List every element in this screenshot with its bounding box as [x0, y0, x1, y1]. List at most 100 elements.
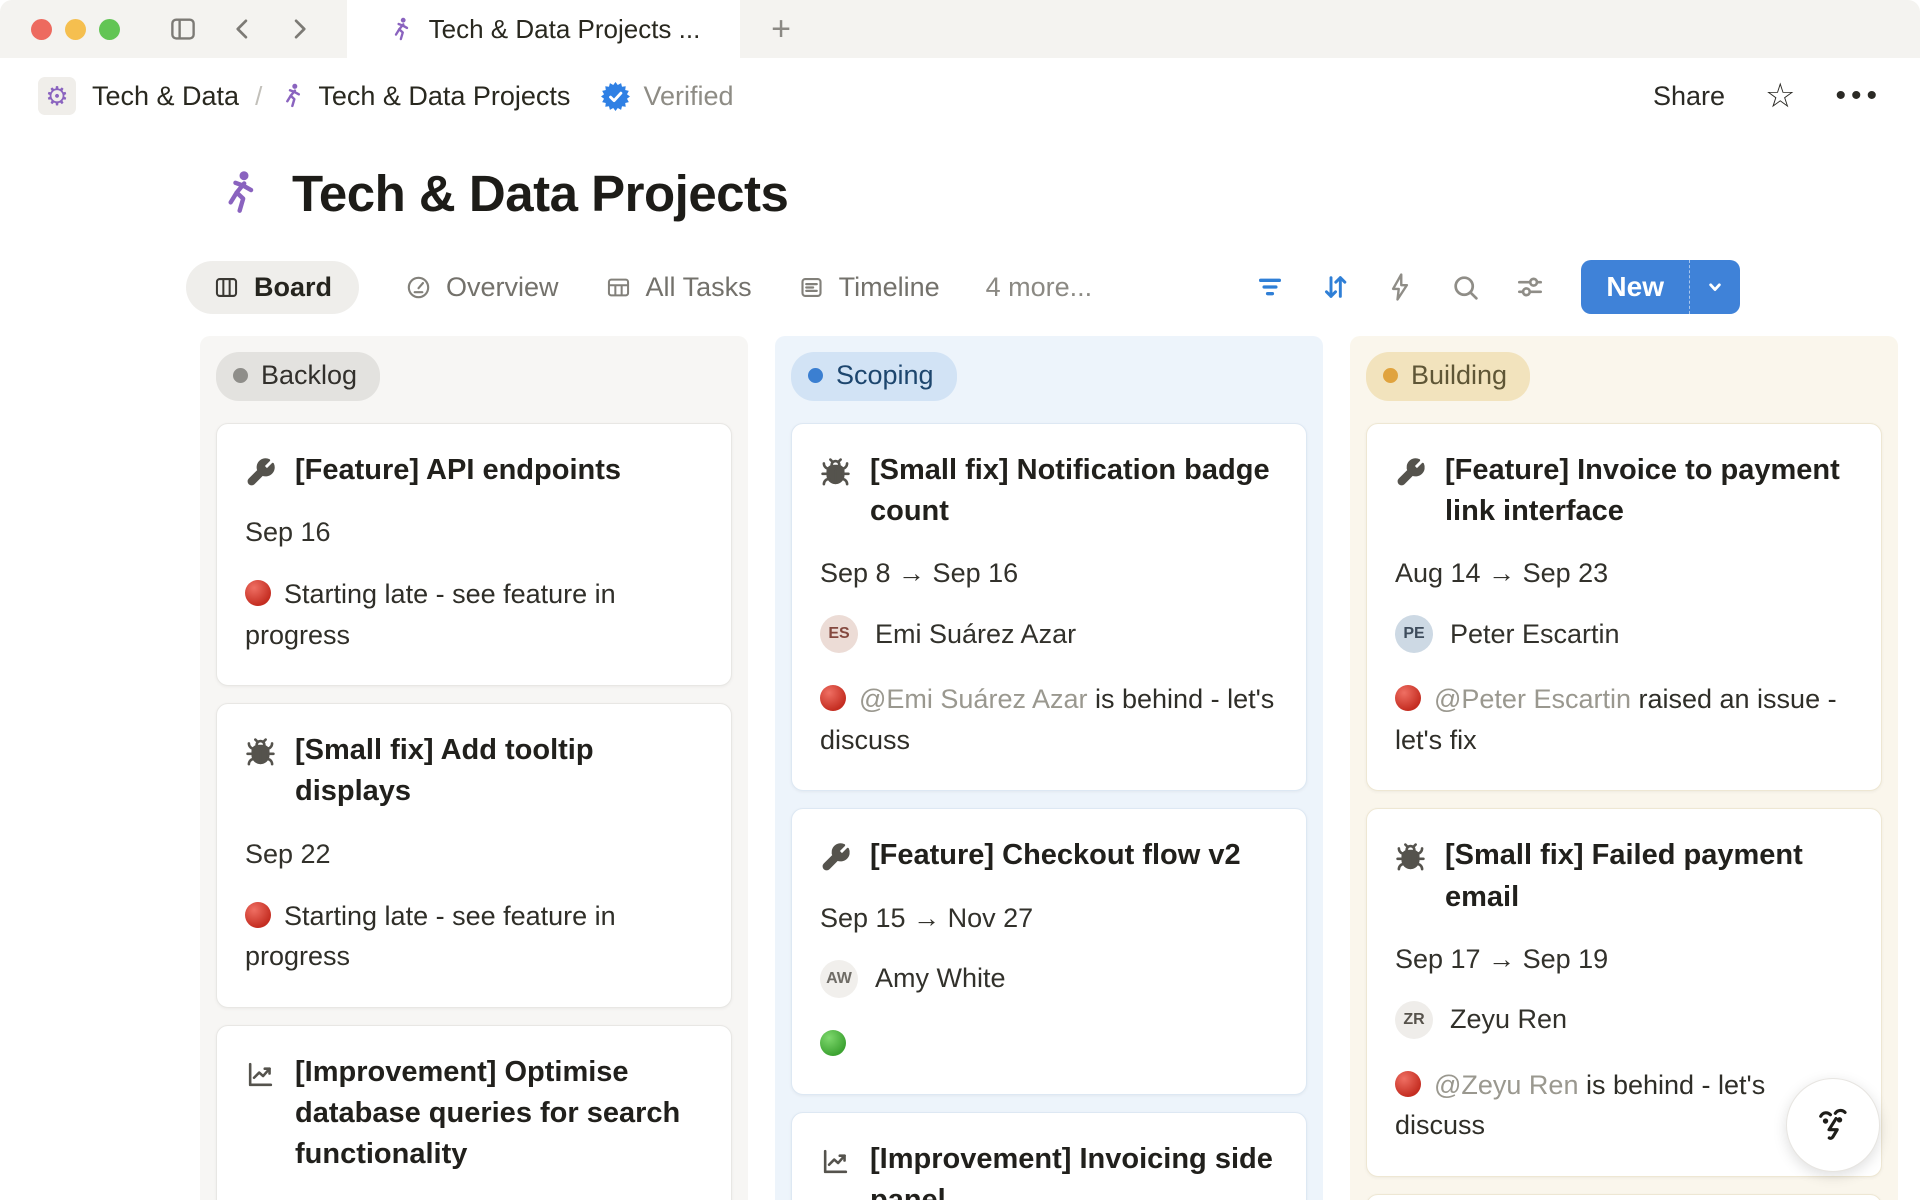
card-assignee: AW Amy White [820, 960, 1278, 998]
app-window: Tech & Data Projects ... + ⚙ Tech & Data… [0, 0, 1920, 1200]
column-status-pill[interactable]: Building [1366, 352, 1530, 401]
column-status-pill[interactable]: Scoping [791, 352, 957, 401]
breadcrumb-separator: / [255, 81, 262, 112]
wrench-icon [245, 457, 276, 488]
notion-ai-face-icon [1805, 1097, 1861, 1153]
table-icon [605, 274, 632, 301]
tab-overview[interactable]: Overview [405, 272, 559, 303]
task-card[interactable]: [Small fix] Add tooltip displays Sep 22 … [216, 703, 732, 1007]
browser-tab[interactable]: Tech & Data Projects ... [347, 0, 740, 58]
back-icon[interactable] [226, 12, 260, 46]
card-title: [Small fix] Add tooltip displays [295, 730, 703, 812]
sidebar-toggle-icon[interactable] [166, 12, 200, 46]
verified-seal-icon [600, 81, 631, 112]
card-assignee: ZR Zeyu Ren [1395, 1001, 1853, 1039]
task-card[interactable]: [Improvement] Invoicing side panel Sep 1… [791, 1112, 1307, 1200]
card-status-comment: Starting late - see feature in progress [245, 574, 703, 655]
card-assignee: PE Peter Escartin [1395, 615, 1853, 653]
close-window-button[interactable] [31, 19, 52, 40]
tab-timeline[interactable]: Timeline [798, 272, 940, 303]
status-dot-icon [808, 368, 823, 383]
board-column-building: Building [Feature] Invoice to payment li… [1350, 336, 1898, 1200]
notion-ai-fab-button[interactable] [1786, 1078, 1880, 1172]
assignee-name: Emi Suárez Azar [875, 619, 1076, 650]
card-title: [Feature] Invoice to payment link interf… [1445, 450, 1853, 532]
gear-icon[interactable]: ⚙ [38, 77, 76, 115]
card-date: Aug 14 → Sep 23 [1395, 558, 1853, 589]
assignee-name: Peter Escartin [1450, 619, 1620, 650]
avatar: ZR [1395, 1001, 1433, 1039]
tab-label: All Tasks [646, 272, 752, 303]
task-card[interactable]: [Feature] Advanced settings on partial i… [1366, 1194, 1882, 1200]
page-header: Tech & Data Projects [0, 150, 1920, 236]
status-circle-icon [1395, 685, 1421, 711]
breadcrumb-page[interactable]: Tech & Data Projects [318, 81, 570, 112]
board-column-backlog: Backlog [Feature] API endpoints Sep 16 S… [200, 336, 748, 1200]
titlebar: Tech & Data Projects ... + [0, 0, 1920, 58]
minimize-window-button[interactable] [65, 19, 86, 40]
breadcrumb-workspace[interactable]: Tech & Data [92, 81, 239, 112]
card-date: Sep 16 [245, 517, 703, 548]
filter-icon[interactable] [1252, 269, 1288, 305]
page-icon-runner[interactable] [214, 168, 264, 218]
tab-board[interactable]: Board [186, 261, 359, 314]
chart-icon [245, 1059, 276, 1090]
new-button[interactable]: New [1581, 260, 1689, 314]
wrench-icon [1395, 457, 1426, 488]
column-label: Backlog [261, 360, 357, 391]
search-icon[interactable] [1447, 269, 1483, 305]
task-card[interactable]: [Small fix] Notification badge count Sep… [791, 423, 1307, 791]
tab-all-tasks[interactable]: All Tasks [605, 272, 752, 303]
zoom-window-button[interactable] [99, 19, 120, 40]
column-cards: [Feature] Invoice to payment link interf… [1366, 423, 1882, 1200]
assignee-name: Amy White [875, 963, 1006, 994]
card-title: [Small fix] Notification badge count [870, 450, 1278, 532]
view-settings-sliders-icon[interactable] [1512, 269, 1548, 305]
card-status-comment: @Zeyu Ren is behind - let's discuss [1395, 1065, 1853, 1146]
tab-label: Board [254, 272, 332, 303]
column-status-pill[interactable]: Backlog [216, 352, 380, 401]
card-date: Sep 22 [245, 839, 703, 870]
card-title: [Small fix] Failed payment email [1445, 835, 1853, 917]
gauge-icon [405, 274, 432, 301]
column-label: Scoping [836, 360, 934, 391]
card-assignee: ES Emi Suárez Azar [820, 615, 1278, 653]
chart-icon [820, 1146, 851, 1177]
sort-icon[interactable] [1317, 269, 1353, 305]
runner-icon [278, 82, 306, 110]
avatar: PE [1395, 615, 1433, 653]
bug-icon [820, 457, 851, 488]
view-bar: Board Overview All Tasks [186, 260, 1740, 314]
new-tab-button[interactable]: + [758, 0, 804, 58]
status-circle-icon [820, 1030, 846, 1056]
bug-icon [1395, 842, 1426, 873]
task-card[interactable]: [Feature] Invoice to payment link interf… [1366, 423, 1882, 791]
more-menu-icon[interactable]: ••• [1835, 81, 1882, 111]
share-button[interactable]: Share [1653, 81, 1725, 112]
lightning-icon[interactable] [1382, 269, 1418, 305]
column-cards: [Feature] API endpoints Sep 16 Starting … [216, 423, 732, 1200]
forward-icon[interactable] [282, 12, 316, 46]
timeline-list-icon [798, 274, 825, 301]
avatar: AW [820, 960, 858, 998]
card-status-comment: Starting late - see feature in progress [245, 896, 703, 977]
board: Backlog [Feature] API endpoints Sep 16 S… [200, 336, 1920, 1200]
task-card[interactable]: [Feature] Checkout flow v2 Sep 15 → Nov … [791, 808, 1307, 1095]
card-title: [Improvement] Optimise database queries … [295, 1052, 703, 1176]
more-views-button[interactable]: 4 more... [986, 272, 1093, 303]
status-circle-icon [1395, 1071, 1421, 1097]
tab-label: Timeline [839, 272, 940, 303]
board-column-scoping: Scoping [Small fix] Notification badge c… [775, 336, 1323, 1200]
card-status-comment: @Emi Suárez Azar is behind - let's discu… [820, 679, 1278, 760]
favorite-star-icon[interactable]: ☆ [1765, 79, 1795, 113]
task-card[interactable]: [Feature] API endpoints Sep 16 Starting … [216, 423, 732, 686]
card-date: Sep 15 → Nov 27 [820, 903, 1278, 934]
status-text: Starting late - see feature in progress [245, 901, 616, 972]
new-dropdown-button[interactable] [1689, 260, 1740, 314]
chevron-down-icon [1702, 274, 1728, 300]
assignee-name: Zeyu Ren [1450, 1004, 1567, 1035]
status-circle-icon [245, 580, 271, 606]
breadcrumb: ⚙ Tech & Data / Tech & Data Projects Ver… [0, 58, 1920, 134]
status-mention: @Peter Escartin [1434, 684, 1638, 714]
task-card[interactable]: [Improvement] Optimise database queries … [216, 1025, 732, 1200]
